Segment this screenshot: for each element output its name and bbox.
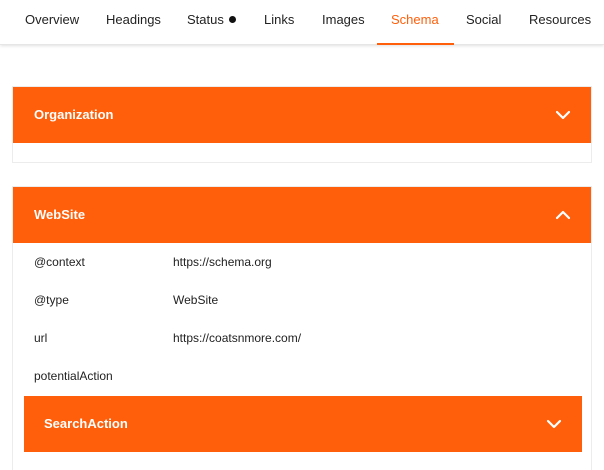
tab-status[interactable]: Status bbox=[187, 0, 236, 45]
schema-header-organization[interactable]: Organization bbox=[13, 87, 591, 143]
tab-status-label: Status bbox=[187, 12, 224, 27]
chevron-down-icon[interactable] bbox=[546, 416, 562, 432]
nested-card-searchaction: SearchAction bbox=[24, 396, 582, 452]
schema-card-website: WebSite @context https://schema.org @typ… bbox=[12, 186, 592, 470]
tab-overview[interactable]: Overview bbox=[25, 0, 79, 45]
tab-bar: Overview Headings Status Links Images Sc… bbox=[0, 0, 604, 45]
tab-images[interactable]: Images bbox=[322, 0, 365, 45]
property-value: https://schema.org bbox=[173, 255, 272, 269]
schema-title-website: WebSite bbox=[34, 207, 86, 222]
chevron-down-icon[interactable] bbox=[555, 107, 571, 123]
schema-header-website[interactable]: WebSite bbox=[13, 187, 591, 243]
property-value: https://coatsnmore.com/ bbox=[173, 331, 302, 345]
property-key: url bbox=[34, 331, 48, 345]
schema-title-organization: Organization bbox=[34, 107, 114, 122]
property-key: potentialAction bbox=[34, 369, 113, 383]
property-key: @context bbox=[34, 255, 85, 269]
schema-header-searchaction[interactable]: SearchAction bbox=[24, 396, 582, 452]
property-value: WebSite bbox=[173, 293, 219, 307]
property-key: @type bbox=[34, 293, 69, 307]
tab-headings[interactable]: Headings bbox=[106, 0, 161, 45]
schema-title-searchaction: SearchAction bbox=[44, 416, 128, 431]
schema-card-organization: Organization bbox=[12, 86, 592, 163]
tab-social[interactable]: Social bbox=[466, 0, 501, 45]
tab-schema[interactable]: Schema bbox=[377, 0, 454, 45]
chevron-up-icon[interactable] bbox=[555, 207, 571, 223]
tab-links[interactable]: Links bbox=[264, 0, 294, 45]
status-dot-icon bbox=[228, 16, 236, 23]
tab-resources[interactable]: Resources bbox=[529, 0, 591, 45]
